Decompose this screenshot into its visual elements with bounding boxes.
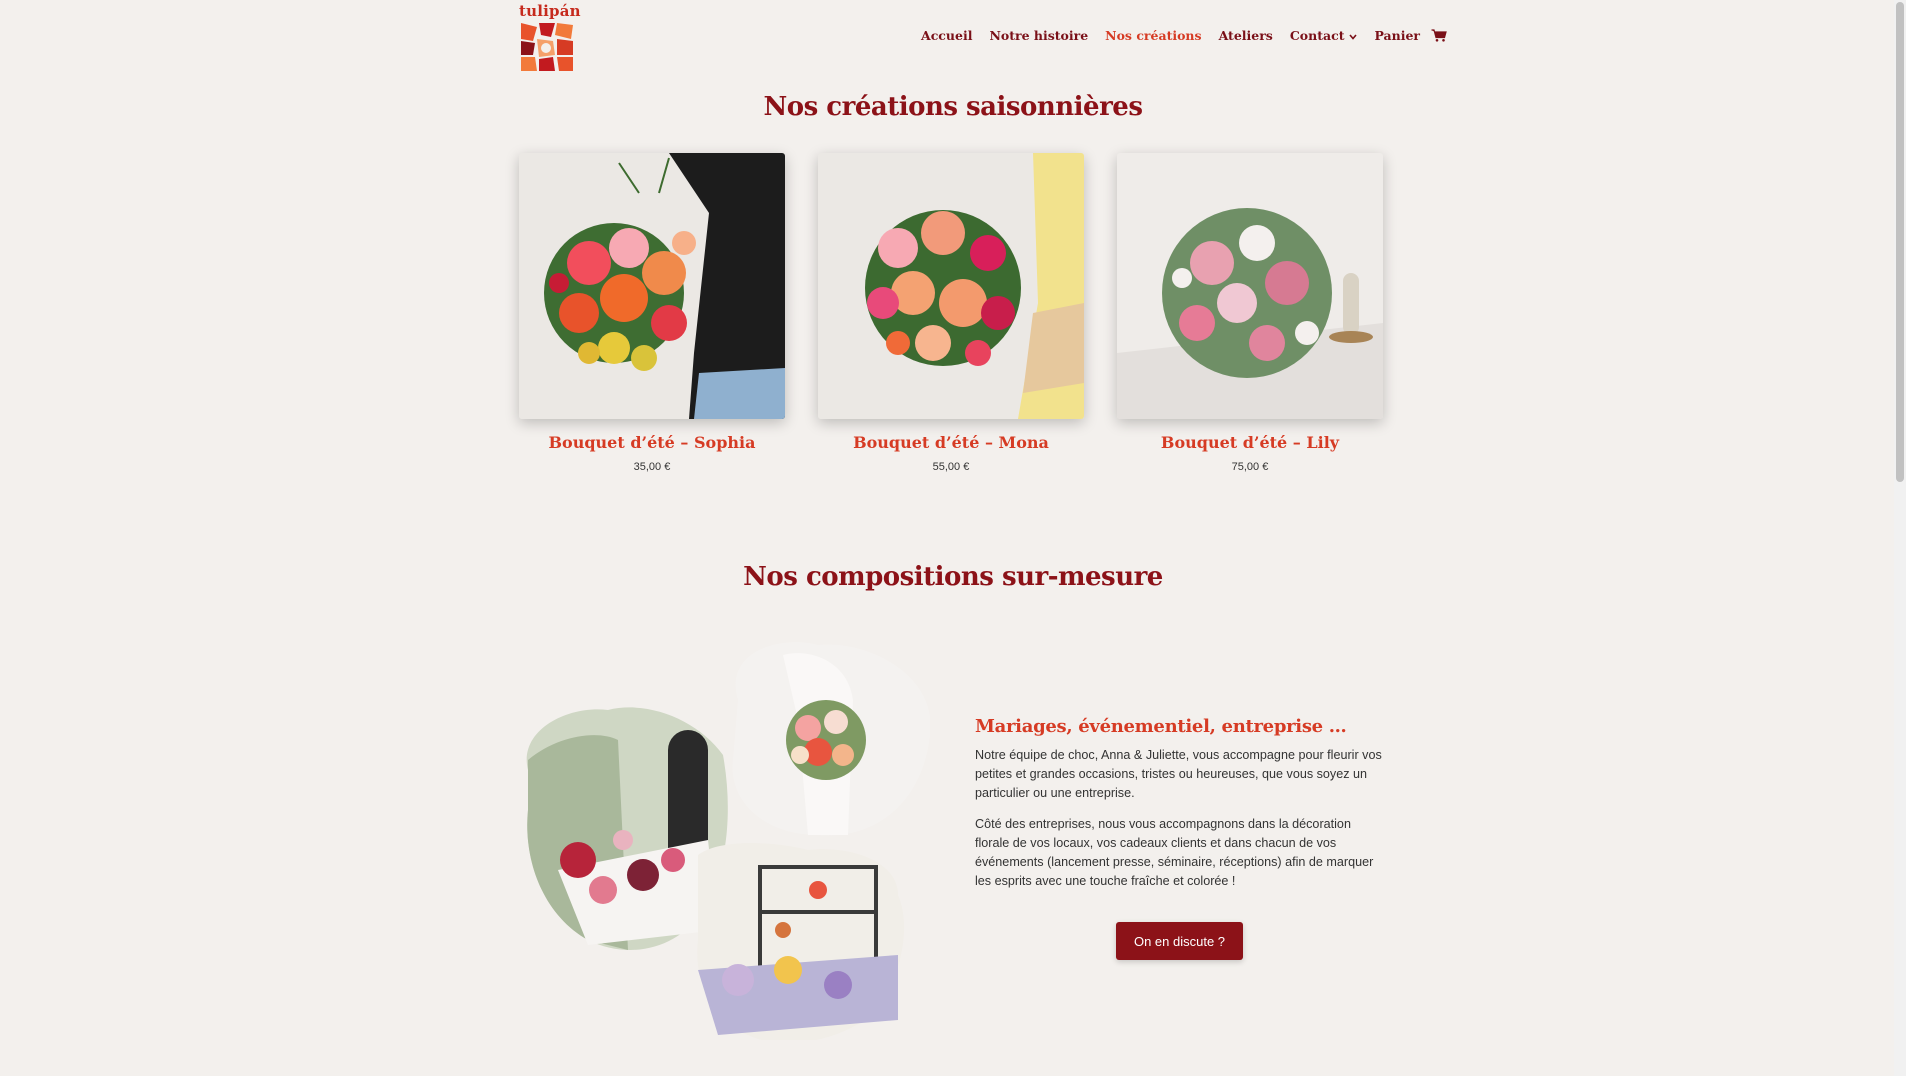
compositions-text: Mariages, événementiel, entreprise … Not…	[975, 716, 1387, 903]
scrollbar[interactable]	[1894, 0, 1906, 1076]
nav-nos-creations[interactable]: Nos créations	[1105, 28, 1201, 43]
product-price: 35,00 €	[633, 461, 671, 473]
nav-contact[interactable]: Contact	[1290, 28, 1358, 43]
main-nav: Accueil Notre histoire Nos créations Ate…	[921, 28, 1447, 43]
nav-notre-histoire[interactable]: Notre histoire	[989, 28, 1088, 43]
product-card[interactable]: Bouquet d’été – Mona 55,00 €	[818, 153, 1084, 473]
compositions-paragraph-1: Notre équipe de choc, Anna & Juliette, v…	[975, 748, 1382, 800]
logo-flower-icon	[519, 21, 575, 73]
creations-title: Nos créations saisonnières	[763, 92, 1143, 122]
nav-ateliers[interactable]: Ateliers	[1219, 28, 1273, 43]
cart-icon[interactable]	[1431, 29, 1447, 42]
product-price: 75,00 €	[1231, 461, 1269, 473]
product-image[interactable]	[1117, 153, 1383, 419]
product-name[interactable]: Bouquet d’été – Mona	[818, 433, 1084, 452]
logo-text: tulipán	[519, 2, 581, 20]
product-name[interactable]: Bouquet d’été – Sophia	[519, 433, 785, 452]
product-image[interactable]	[519, 153, 785, 419]
product-name[interactable]: Bouquet d’été – Lily	[1117, 433, 1383, 452]
event-photo-collage	[518, 640, 931, 1043]
nav-accueil[interactable]: Accueil	[921, 28, 972, 43]
contact-cta-button[interactable]: On en discute ?	[1116, 922, 1243, 960]
compositions-heading: Mariages, événementiel, entreprise …	[975, 716, 1347, 737]
nav-panier[interactable]: Panier	[1374, 28, 1420, 43]
chevron-down-icon	[1349, 28, 1358, 43]
product-card[interactable]: Bouquet d’été – Sophia 35,00 €	[519, 153, 785, 473]
product-price: 55,00 €	[932, 461, 970, 473]
compositions-title: Nos compositions sur-mesure	[743, 562, 1163, 592]
site-header: tulipán Accueil Notre histoire Nos créat…	[0, 0, 1906, 76]
compositions-paragraph-2: Côté des entreprises, nous vous accompag…	[975, 817, 1374, 888]
product-image[interactable]	[818, 153, 1084, 419]
scrollbar-thumb[interactable]	[1896, 2, 1904, 482]
product-card[interactable]: Bouquet d’été – Lily 75,00 €	[1117, 153, 1383, 473]
logo[interactable]: tulipán	[519, 2, 581, 73]
nav-contact-label: Contact	[1289, 28, 1345, 43]
